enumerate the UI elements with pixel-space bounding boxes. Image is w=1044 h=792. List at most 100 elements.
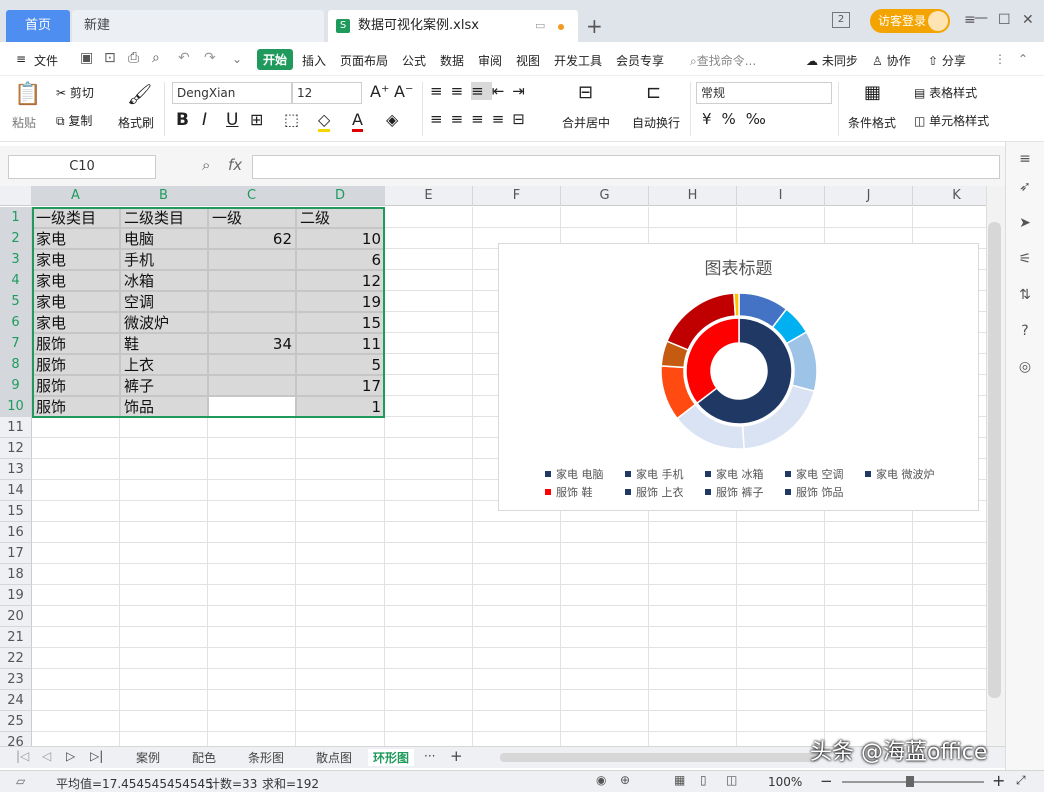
- tab-home[interactable]: 首页: [6, 10, 70, 42]
- grid-cell[interactable]: [208, 543, 296, 564]
- table-cell[interactable]: 12: [296, 270, 385, 291]
- menu-review[interactable]: 审阅: [478, 52, 502, 69]
- zoom-lens-icon[interactable]: ⌕: [202, 156, 210, 174]
- grid-cell[interactable]: [473, 669, 561, 690]
- grid-cell[interactable]: [385, 732, 473, 746]
- grid-cell[interactable]: [913, 711, 986, 732]
- grid-cell[interactable]: [120, 711, 208, 732]
- grid-cell[interactable]: [737, 711, 825, 732]
- grid-cell[interactable]: [737, 207, 825, 228]
- grid-cell[interactable]: [296, 732, 385, 746]
- legend-item[interactable]: 服饰 鞋: [545, 484, 593, 500]
- grid-cell[interactable]: [737, 627, 825, 648]
- grid-cell[interactable]: [737, 522, 825, 543]
- print-icon[interactable]: ⎙: [128, 50, 139, 66]
- row-header-21[interactable]: 21: [0, 627, 32, 648]
- row-header-20[interactable]: 20: [0, 606, 32, 627]
- grid-cell[interactable]: [32, 732, 120, 746]
- table-cell[interactable]: 饰品: [120, 396, 208, 417]
- grid-cell[interactable]: [561, 690, 649, 711]
- grid-cell[interactable]: [120, 459, 208, 480]
- table-cell[interactable]: [208, 291, 296, 312]
- zoom-in-icon[interactable]: +: [992, 771, 1005, 790]
- maximize-icon[interactable]: ☐: [998, 12, 1011, 28]
- grid-cell[interactable]: [32, 564, 120, 585]
- column-header-j[interactable]: J: [825, 186, 913, 206]
- grid-cell[interactable]: [473, 711, 561, 732]
- grid-cell[interactable]: [561, 732, 649, 746]
- table-cell[interactable]: [208, 375, 296, 396]
- grid-cell[interactable]: [208, 669, 296, 690]
- legend-item[interactable]: 家电 冰箱: [705, 466, 764, 482]
- page-count-badge[interactable]: 2: [832, 12, 850, 28]
- next-sheet-icon[interactable]: ▷: [66, 749, 75, 763]
- table-cell[interactable]: 6: [296, 249, 385, 270]
- collapse-ribbon-icon[interactable]: ⌃: [1018, 52, 1028, 66]
- grid-cell[interactable]: [120, 480, 208, 501]
- menu-developer[interactable]: 开发工具: [554, 52, 602, 69]
- table-cell[interactable]: 家电: [32, 312, 120, 333]
- grid-cell[interactable]: [913, 627, 986, 648]
- italic-icon[interactable]: I: [202, 110, 207, 130]
- grid-cell[interactable]: [208, 459, 296, 480]
- menu-file[interactable]: 文件: [34, 52, 58, 69]
- grid-cell[interactable]: [913, 543, 986, 564]
- menu-view[interactable]: 视图: [516, 52, 540, 69]
- sheet-tab-doughnut[interactable]: 环形图: [368, 749, 415, 766]
- grid-cell[interactable]: [473, 690, 561, 711]
- row-header-4[interactable]: 4: [0, 270, 32, 291]
- grid-cell[interactable]: [120, 417, 208, 438]
- grid-cell[interactable]: [649, 627, 737, 648]
- grid-cell[interactable]: [208, 711, 296, 732]
- grid-cell[interactable]: [385, 690, 473, 711]
- grid-cell[interactable]: [737, 543, 825, 564]
- grid-cell[interactable]: [296, 459, 385, 480]
- column-header-k[interactable]: K: [913, 186, 986, 206]
- grid-cell[interactable]: [561, 648, 649, 669]
- row-header-9[interactable]: 9: [0, 375, 32, 396]
- table-cell[interactable]: 裤子: [120, 375, 208, 396]
- grid-cell[interactable]: [385, 543, 473, 564]
- more-sheets-icon[interactable]: ···: [424, 749, 435, 763]
- grid-cell[interactable]: [208, 522, 296, 543]
- clear-icon[interactable]: ◈: [386, 110, 398, 129]
- grid-cell[interactable]: [32, 438, 120, 459]
- fx-icon[interactable]: fx: [228, 156, 242, 174]
- share-button[interactable]: ⇧ 分享: [928, 52, 966, 69]
- table-cell[interactable]: [208, 354, 296, 375]
- grid-cell[interactable]: [32, 459, 120, 480]
- zoom-out-icon[interactable]: −: [820, 772, 833, 790]
- legend-item[interactable]: 家电 电脑: [545, 466, 604, 482]
- grid-cell[interactable]: [649, 711, 737, 732]
- row-header-3[interactable]: 3: [0, 249, 32, 270]
- grid-cell[interactable]: [32, 690, 120, 711]
- row-header-1[interactable]: 1: [0, 207, 32, 228]
- underline-icon[interactable]: U: [226, 110, 238, 130]
- table-cell[interactable]: 上衣: [120, 354, 208, 375]
- grid-cell[interactable]: [473, 648, 561, 669]
- legend-item[interactable]: 服饰 饰品: [785, 484, 844, 500]
- number-format-select[interactable]: 常规: [696, 82, 832, 104]
- cut-button[interactable]: ✂ 剪切: [56, 84, 94, 101]
- grid-cell[interactable]: [825, 564, 913, 585]
- sheet-tab-case[interactable]: 案例: [136, 749, 160, 766]
- grid-cell[interactable]: [561, 543, 649, 564]
- grid-cell[interactable]: [473, 606, 561, 627]
- grid-cell[interactable]: [825, 648, 913, 669]
- table-cell[interactable]: 1: [296, 396, 385, 417]
- row-header-16[interactable]: 16: [0, 522, 32, 543]
- row-header-18[interactable]: 18: [0, 564, 32, 585]
- grid-cell[interactable]: [649, 543, 737, 564]
- table-cell[interactable]: 二级类目: [120, 207, 208, 228]
- grid-cell[interactable]: [913, 648, 986, 669]
- grid-cell[interactable]: [120, 648, 208, 669]
- copy-button[interactable]: ⧉ 复制: [56, 112, 92, 129]
- grid-cell[interactable]: [296, 543, 385, 564]
- grid-cell[interactable]: [296, 480, 385, 501]
- grid-cell[interactable]: [385, 438, 473, 459]
- wrap-text-icon[interactable]: ⊏: [646, 82, 661, 103]
- table-cell[interactable]: 11: [296, 333, 385, 354]
- table-cell[interactable]: 62: [208, 228, 296, 249]
- grid-cell[interactable]: [473, 732, 561, 746]
- row-header-8[interactable]: 8: [0, 354, 32, 375]
